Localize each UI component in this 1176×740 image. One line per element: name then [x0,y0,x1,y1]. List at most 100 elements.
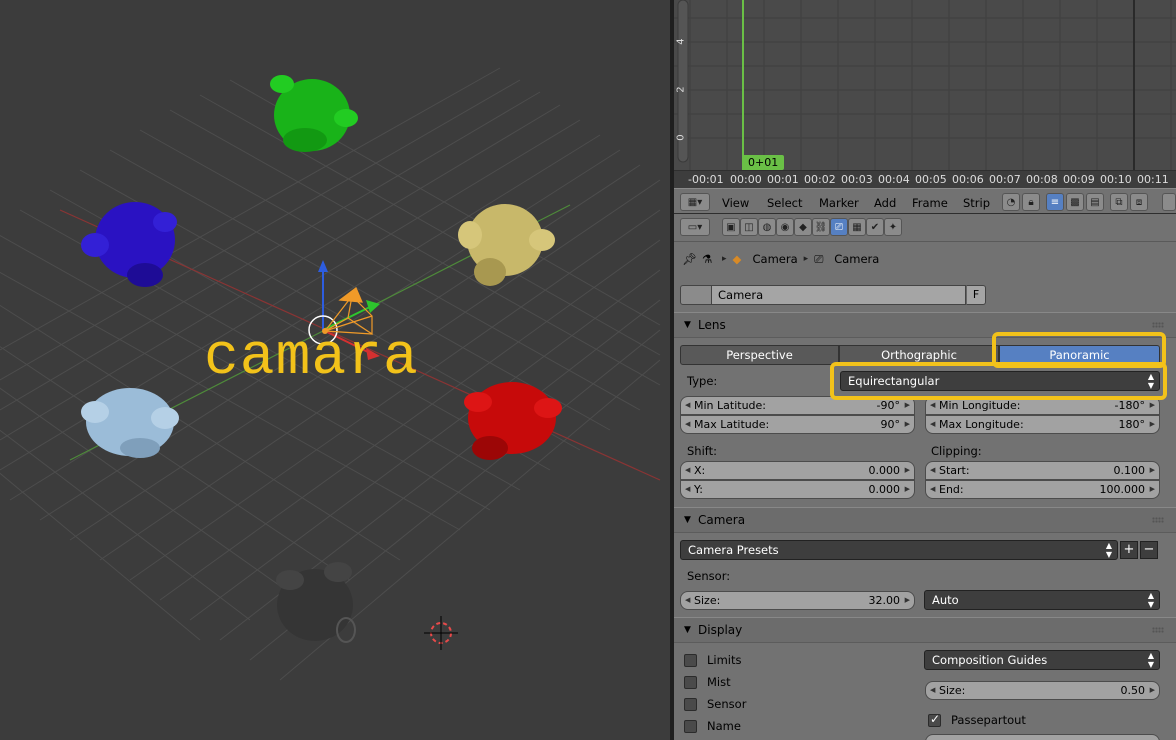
max-latitude-field[interactable]: ◀ Max Latitude: 90° ▶ [680,415,915,434]
monkey-gold[interactable] [458,204,555,286]
shift-y-field[interactable]: ◀ Y: 0.000 ▶ [680,480,915,499]
menu-marker[interactable]: Marker [819,196,859,210]
projection-mode-row: Perspective Orthographic Panoramic [680,345,1160,365]
camera-panel-header[interactable]: ▼ Camera [674,507,1176,533]
particles-tab-icon[interactable]: ✦ [884,218,902,236]
monkey-red[interactable] [464,382,562,460]
display-panel-header[interactable]: ▼ Display [674,617,1176,643]
camera-presets-label: Camera Presets [688,543,779,557]
render-tab-icon[interactable]: ▣ [722,218,740,236]
ruler-label: 00:05 [915,173,947,186]
fake-user-button[interactable]: F [966,285,986,305]
preview-view-icon[interactable]: ▩ [1066,193,1084,211]
orthographic-button[interactable]: Orthographic [839,345,999,365]
pin-icon[interactable]: 📌︎ [682,252,697,266]
panel-grip-icon[interactable] [1152,517,1164,523]
panorama-type-value: Equirectangular [848,374,940,388]
split-view-icon[interactable]: ▤ [1086,193,1104,211]
texture-tab-icon[interactable]: ▦ [848,218,866,236]
current-frame-indicator[interactable]: 0+01 [742,155,785,170]
mist-checkbox[interactable]: Mist [684,675,731,689]
display-size-field[interactable]: ◀ Size: 0.50 ▶ [925,681,1160,700]
playhead[interactable] [742,0,744,170]
scene-tab-icon[interactable]: ◍ [758,218,776,236]
world-tab-icon[interactable]: ◉ [776,218,794,236]
object-tab-icon[interactable]: ◆ [794,218,812,236]
menu-add[interactable]: Add [874,196,896,210]
sensor-fit-dropdown[interactable]: Auto ▲ ▼ [924,590,1160,610]
display-panel-title: Display [698,623,743,637]
panoramic-button[interactable]: Panoramic [999,345,1160,365]
clip-end-field[interactable]: ◀ End: 100.000 ▶ [925,480,1160,499]
checkbox-box[interactable] [684,719,697,733]
3d-cursor-icon[interactable] [424,616,458,650]
editor-type-button[interactable]: ▦▾ [680,193,710,211]
ruler-label: 00:04 [878,173,910,186]
sequencer-view-icon[interactable]: ≡ [1046,193,1064,211]
passepartout-alpha-field[interactable] [925,734,1160,740]
time-ruler[interactable]: -00:01 00:00 00:01 00:02 00:03 00:04 00:… [674,170,1176,188]
passepartout-checkbox[interactable]: Passepartout [928,712,1026,727]
checkbox-box[interactable] [684,653,697,667]
shift-x-field[interactable]: ◀ X: 0.000 ▶ [680,461,915,480]
ruler-label: 00:03 [841,173,873,186]
datablock-name-field[interactable]: Camera [712,285,966,305]
lens-panel-header[interactable]: ▼ Lens [674,312,1176,338]
name-checkbox[interactable]: Name [684,719,741,733]
timeline-area[interactable]: 4 2 0 0+01 -00:01 00:00 00:01 00:02 00:0… [674,0,1176,188]
min-longitude-field[interactable]: ◀ Min Longitude: -180° ▶ [925,396,1160,415]
menu-view[interactable]: View [722,196,749,210]
annotation-text: camara [204,326,419,391]
clip-start-field[interactable]: ◀ Start: 0.100 ▶ [925,461,1160,480]
add-preset-button[interactable]: + [1120,541,1138,559]
sensor-fit-value: Auto [932,593,959,607]
menu-select[interactable]: Select [767,196,802,210]
limits-label: Limits [707,653,742,667]
y-label-0: 0 [675,134,687,141]
overlay-icon[interactable]: ⧉ [1110,193,1128,211]
remove-preset-button[interactable]: − [1140,541,1158,559]
header-scroll-icon[interactable] [1162,193,1176,211]
properties-header: ▭▾ ▣ ◫ ◍ ◉ ◆ ⛓︎ ⎚ ▦ ✔ ✦ [674,214,1176,242]
camera-datablock-selector: Camera F [680,285,986,305]
composition-guides-dropdown[interactable]: Composition Guides ▲ ▼ [924,650,1160,670]
render-icon[interactable]: ⧈ [1130,193,1148,211]
checkbox-box-checked[interactable] [928,712,941,727]
ruler-label: 00:11 [1137,173,1169,186]
monkey-black[interactable] [276,562,356,643]
camera-data-tab-icon[interactable]: ⎚ [830,218,848,236]
perspective-button[interactable]: Perspective [680,345,839,365]
updown-arrows-icon: ▲ ▼ [1147,591,1154,609]
limits-checkbox[interactable]: Limits [684,653,742,667]
physics-tab-icon[interactable]: ✔ [866,218,884,236]
sensor-size-field[interactable]: ◀ Size: 32.00 ▶ [680,591,915,610]
collapse-triangle-icon: ▼ [684,515,691,525]
min-latitude-field[interactable]: ◀ Min Latitude: -90° ▶ [680,396,915,415]
menu-frame[interactable]: Frame [912,196,948,210]
menu-strip[interactable]: Strip [963,196,990,210]
max-longitude-field[interactable]: ◀ Max Longitude: 180° ▶ [925,415,1160,434]
properties-editor-type-button[interactable]: ▭▾ [680,218,710,236]
constraints-tab-icon[interactable]: ⛓︎ [812,218,830,236]
render-layers-tab-icon[interactable]: ◫ [740,218,758,236]
3d-viewport[interactable]: camara [0,0,670,740]
monkey-green[interactable] [270,75,358,152]
checkbox-box[interactable] [684,697,697,711]
right-editors: 4 2 0 0+01 -00:01 00:00 00:01 00:02 00:0… [674,0,1176,740]
monkey-blue[interactable] [81,202,177,287]
updown-arrows-icon: ▲ ▼ [1105,541,1112,559]
datablock-browse-button[interactable] [680,285,712,305]
collapse-triangle-icon: ▼ [684,625,691,635]
camera-presets-dropdown[interactable]: Camera Presets ▲ ▼ [680,540,1118,560]
panorama-type-dropdown[interactable]: Equirectangular ▲ ▼ [840,371,1160,391]
panel-grip-icon[interactable] [1152,627,1164,633]
lock-icon[interactable]: 🔒︎ [1022,193,1040,211]
breadcrumb: 📌︎ ⚗︎ ▸ ◆ Camera ▸ ⎚ Camera [682,250,879,268]
checkbox-box[interactable] [684,675,697,689]
sensor-checkbox[interactable]: Sensor [684,697,746,711]
panel-grip-icon[interactable] [1152,322,1164,328]
clipping-label: Clipping: [931,444,982,458]
scene-icon: ⚗︎ [702,252,713,266]
timeline-grid [674,0,1176,170]
clock-icon[interactable]: ◔ [1002,193,1020,211]
